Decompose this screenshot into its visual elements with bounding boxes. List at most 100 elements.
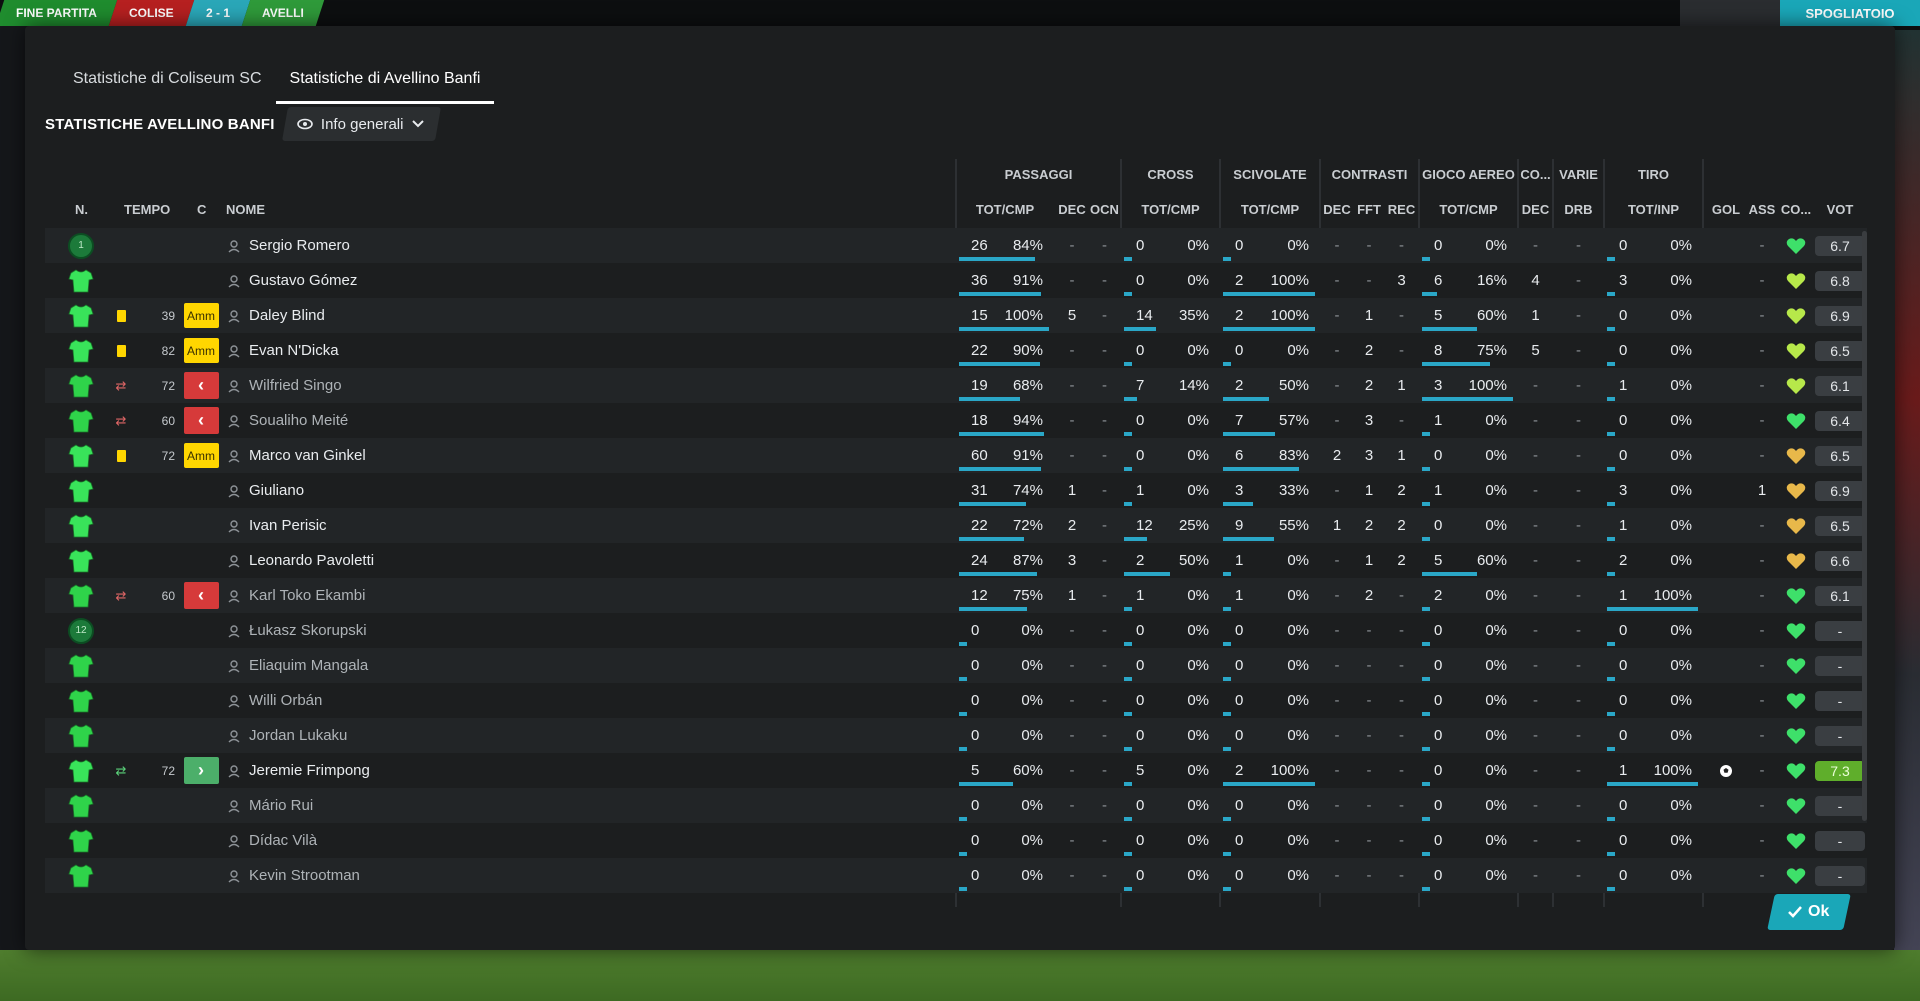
col-nome[interactable]: NOME bbox=[226, 202, 306, 217]
name-cell[interactable]: Evan N'Dicka bbox=[227, 333, 827, 368]
name-cell[interactable]: Wilfried Singo bbox=[227, 368, 827, 403]
pass-ocn: - bbox=[1102, 762, 1107, 779]
player-name[interactable]: Kevin Strootman bbox=[249, 867, 360, 884]
col-contr-dec[interactable]: DEC bbox=[1321, 202, 1353, 217]
table-row[interactable]: ⇄ 72 ‹ Wilfried Singo 19 68% - -7 14% 2 50% -2 1 3 10… bbox=[45, 368, 1867, 403]
scoreboard: FINE PARTITA COLISE 2 - 1 AVELLI bbox=[0, 0, 324, 26]
tab-coliseum-stats[interactable]: Statistiche di Coliseum SC bbox=[59, 60, 276, 98]
name-cell[interactable]: Kevin Strootman bbox=[227, 858, 827, 893]
player-name[interactable]: Jordan Lukaku bbox=[249, 727, 347, 744]
player-name[interactable]: Dídac Vilà bbox=[249, 832, 317, 849]
dressing-room-button[interactable]: SPOGLIATOIO bbox=[1780, 0, 1920, 26]
col-pass-dec[interactable]: DEC bbox=[1056, 202, 1088, 217]
col-contr-fft[interactable]: FFT bbox=[1353, 202, 1385, 217]
table-row[interactable]: 82 Amm Evan N'Dicka 22 90% - - 0 0% 0 0% - 2 - 8 75% 5 -… bbox=[45, 333, 1867, 368]
name-cell[interactable]: Giuliano bbox=[227, 473, 827, 508]
name-cell[interactable]: Marco van Ginkel bbox=[227, 438, 827, 473]
passes-bar bbox=[959, 607, 1027, 611]
player-name[interactable]: Gustavo Gómez bbox=[249, 272, 357, 289]
table-row[interactable]: Willi Orbán 0 0% - - 0 0% 0 0% - - - 0 0% - - 0 0% - - bbox=[45, 683, 1867, 718]
col-number[interactable]: N. bbox=[75, 202, 115, 217]
name-cell[interactable]: Jeremie Frimpong bbox=[227, 753, 827, 788]
player-name[interactable]: Jeremie Frimpong bbox=[249, 762, 370, 779]
table-row[interactable]: 12 Łukasz Skorupski 0 0% - - 0 0% 0 0% - - - 0 0% - - 0 0… bbox=[45, 613, 1867, 648]
table-row[interactable]: 72 Amm Marco van Ginkel 60 91% - - 0 0% 6 83% 2 3 1 0… bbox=[45, 438, 1867, 473]
col-vot[interactable]: VOT bbox=[1815, 202, 1865, 217]
headers-pct: 0% bbox=[1485, 832, 1507, 849]
table-row[interactable]: Mário Rui 0 0% - - 0 0% 0 0% - - - 0 0% - - 0 0% - - bbox=[45, 788, 1867, 823]
col-pass-totcmp[interactable]: TOT/CMP bbox=[957, 202, 1053, 217]
player-rating-value: 6.5 bbox=[1830, 517, 1850, 534]
name-cell[interactable]: Gustavo Gómez bbox=[227, 263, 827, 298]
player-name[interactable]: Marco van Ginkel bbox=[249, 447, 366, 464]
col-sciv-totcmp[interactable]: TOT/CMP bbox=[1221, 202, 1319, 217]
co-decisive: 5 bbox=[1531, 342, 1540, 359]
table-row[interactable]: ⇄ 72 › Jeremie Frimpong 5 60% - - 5 0% 2 100% - - - 0 0… bbox=[45, 753, 1867, 788]
player-name[interactable]: Sergio Romero bbox=[249, 237, 350, 254]
stats-table: PASSAGGI CROSS SCIVOLATE CONTRASTI GIOCO… bbox=[45, 159, 1867, 907]
table-scrollbar[interactable] bbox=[1862, 231, 1867, 821]
name-cell[interactable]: Karl Toko Ekambi bbox=[227, 578, 827, 613]
player-name[interactable]: Łukasz Skorupski bbox=[249, 622, 367, 639]
table-row[interactable]: Jordan Lukaku 0 0% - - 0 0% 0 0% - - - 0 0% - - 0 0% - - bbox=[45, 718, 1867, 753]
tackles-pct: 55% bbox=[1278, 517, 1309, 534]
player-name[interactable]: Wilfried Singo bbox=[249, 377, 342, 394]
name-cell[interactable]: Daley Blind bbox=[227, 298, 827, 333]
table-row[interactable]: ⇄ 60 ‹ Soualiho Meité 18 94% - - 0 0% 7 57% - 3 - 1 0% -… bbox=[45, 403, 1867, 438]
name-cell[interactable]: Sergio Romero bbox=[227, 228, 827, 263]
col-aereo-totcmp[interactable]: TOT/CMP bbox=[1420, 202, 1517, 217]
col-gol[interactable]: GOL bbox=[1709, 202, 1743, 217]
table-row[interactable]: ⇄ 60 ‹ Karl Toko Ekambi 12 75% 1 - 1 0% 1 0% - 2 - 2 0%… bbox=[45, 578, 1867, 613]
player-name[interactable]: Evan N'Dicka bbox=[249, 342, 339, 359]
table-row[interactable]: Dídac Vilà 0 0% - - 0 0% 0 0% - - - 0 0% - - 0 0% - - bbox=[45, 823, 1867, 858]
shots-bar bbox=[1607, 817, 1615, 821]
tab-avellino-stats[interactable]: Statistiche di Avellino Banfi bbox=[275, 60, 495, 104]
name-cell[interactable]: Leonardo Pavoletti bbox=[227, 543, 827, 578]
col-co-dec[interactable]: DEC bbox=[1519, 202, 1552, 217]
player-name[interactable]: Soualiho Meité bbox=[249, 412, 348, 429]
table-row[interactable]: Gustavo Gómez 36 91% - -0 0% 2 100% - -3 6 16% 4-3 0%… bbox=[45, 263, 1867, 298]
player-name[interactable]: Daley Blind bbox=[249, 307, 325, 324]
player-name[interactable]: Mário Rui bbox=[249, 797, 313, 814]
name-cell[interactable]: Mário Rui bbox=[227, 788, 827, 823]
player-name[interactable]: Karl Toko Ekambi bbox=[249, 587, 365, 604]
table-row[interactable]: Kevin Strootman 0 0% - - 0 0% 0 0% - - - 0 0% - - 0 0% - - bbox=[45, 858, 1867, 893]
condition-cell bbox=[1779, 508, 1813, 543]
table-row[interactable]: 1 Sergio Romero 26 84% - - 0 0% 0 0% - - - 0 0% - - 0 0% -… bbox=[45, 228, 1867, 263]
substitution-out-icon: ⇄ bbox=[115, 412, 127, 428]
col-ass[interactable]: ASS bbox=[1745, 202, 1779, 217]
name-cell[interactable]: Willi Orbán bbox=[227, 683, 827, 718]
table-row[interactable]: Leonardo Pavoletti 24 87% 3 - 2 50% 1 0% - 1 2 5 60% -… bbox=[45, 543, 1867, 578]
col-tempo[interactable]: TEMPO bbox=[124, 202, 184, 217]
contest-rec-cell: - bbox=[1385, 683, 1418, 718]
name-cell[interactable]: Ivan Perisic bbox=[227, 508, 827, 543]
headers-total: 0 bbox=[1434, 657, 1443, 674]
player-name[interactable]: Giuliano bbox=[249, 482, 304, 499]
name-cell[interactable]: Soualiho Meité bbox=[227, 403, 827, 438]
col-pass-ocn[interactable]: OCN bbox=[1089, 202, 1120, 217]
name-cell[interactable]: Dídac Vilà bbox=[227, 823, 827, 858]
assists: - bbox=[1759, 657, 1765, 674]
col-contr-rec[interactable]: REC bbox=[1385, 202, 1418, 217]
name-cell[interactable]: Jordan Lukaku bbox=[227, 718, 827, 753]
name-cell[interactable]: Łukasz Skorupski bbox=[227, 613, 827, 648]
condition-heart-icon bbox=[1786, 377, 1806, 394]
player-name[interactable]: Leonardo Pavoletti bbox=[249, 552, 374, 569]
col-cross-totcmp[interactable]: TOT/CMP bbox=[1122, 202, 1219, 217]
view-dropdown[interactable]: Info generali bbox=[281, 107, 441, 141]
col-varie-drb[interactable]: DRB bbox=[1554, 202, 1603, 217]
player-name[interactable]: Ivan Perisic bbox=[249, 517, 327, 534]
player-name[interactable]: Eliaquim Mangala bbox=[249, 657, 368, 674]
name-cell[interactable]: Eliaquim Mangala bbox=[227, 648, 827, 683]
player-name[interactable]: Willi Orbán bbox=[249, 692, 322, 709]
col-tiro-totinp[interactable]: TOT/INP bbox=[1605, 202, 1702, 217]
table-row[interactable]: Ivan Perisic 22 72% 2-12 25% 9 55% 1 2 2 0 0% - -1 0% -… bbox=[45, 508, 1867, 543]
table-row[interactable]: Eliaquim Mangala 0 0% - -0 0% 0 0% - - -0 0% - -0 0% - … bbox=[45, 648, 1867, 683]
table-row[interactable]: Giuliano 31 74% 1 - 1 0% 3 33% - 1 2 1 0% - - 3 0% 1 6.9 bbox=[45, 473, 1867, 508]
tackles-pct: 83% bbox=[1278, 447, 1309, 464]
col-c[interactable]: C bbox=[197, 202, 217, 217]
pass-ocn-cell: - bbox=[1089, 263, 1120, 298]
ok-button[interactable]: Ok bbox=[1767, 894, 1851, 930]
col-co2[interactable]: CO... bbox=[1779, 202, 1813, 217]
table-row[interactable]: 39 Amm Daley Blind 15 100% 5-14 35% 2 100% -1-5 6… bbox=[45, 298, 1867, 333]
